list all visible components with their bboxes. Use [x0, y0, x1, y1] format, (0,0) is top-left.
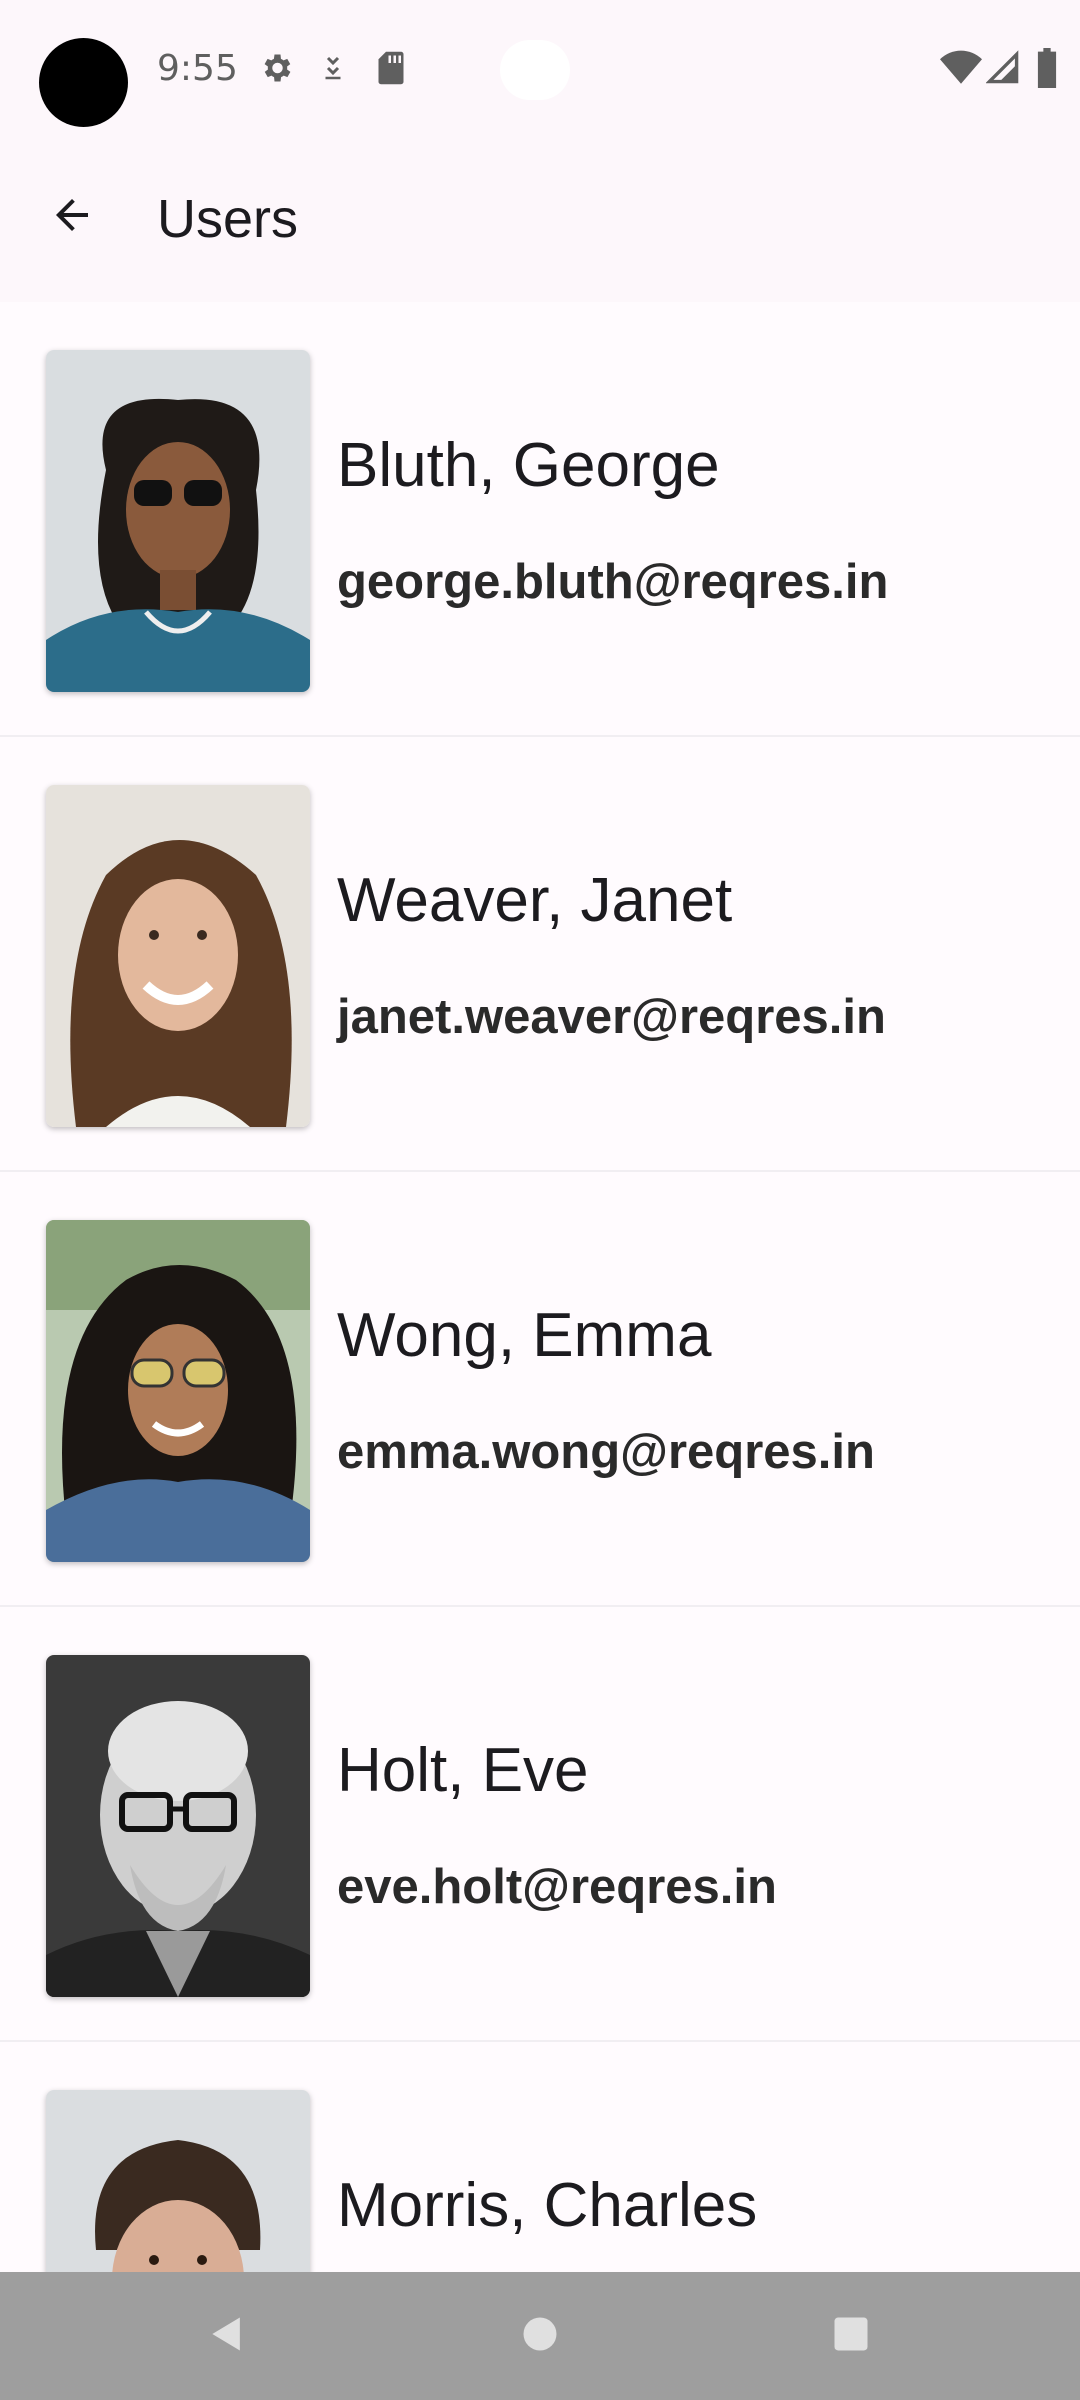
avatar [46, 1655, 310, 1997]
user-list[interactable]: Bluth, George george.bluth@reqres.in Wea… [0, 302, 1080, 2272]
page-title: Users [157, 189, 299, 249]
avatar [46, 2090, 310, 2272]
system-nav-bar [0, 2272, 1080, 2400]
nav-recents-button[interactable] [815, 2300, 887, 2372]
user-email: janet.weaver@reqres.in [337, 990, 886, 1044]
arrow-back-icon [48, 191, 96, 244]
user-name: Wong, Emma [337, 1301, 712, 1370]
list-item[interactable]: Wong, Emma emma.wong@reqres.in [0, 1172, 1080, 1607]
wifi-icon [940, 48, 982, 88]
download-icon [318, 48, 348, 88]
nav-home-button[interactable] [504, 2300, 576, 2372]
nav-back-button[interactable] [191, 2300, 263, 2372]
avatar [46, 1220, 310, 1562]
user-email: george.bluth@reqres.in [337, 555, 889, 609]
notch-indicator [500, 40, 570, 100]
list-item[interactable]: Morris, Charles [0, 2042, 1080, 2272]
back-button[interactable] [30, 175, 114, 259]
recents-square-icon [829, 2312, 873, 2361]
camera-cutout [39, 38, 128, 127]
user-name: Morris, Charles [337, 2171, 758, 2240]
status-time: 9:55 [157, 48, 238, 89]
list-item[interactable]: Holt, Eve eve.holt@reqres.in [0, 1607, 1080, 2042]
user-name: Bluth, George [337, 431, 720, 500]
screen: 9:55 Users Bluth, George george.bluth@re… [0, 0, 1080, 2400]
avatar [46, 350, 310, 692]
gear-icon [258, 48, 294, 88]
status-bar: 9:55 [0, 0, 1080, 140]
avatar [46, 785, 310, 1127]
user-name: Weaver, Janet [337, 866, 733, 935]
cell-signal-icon [985, 48, 1020, 88]
home-circle-icon [518, 2312, 562, 2361]
user-email: emma.wong@reqres.in [337, 1425, 875, 1479]
sd-card-icon [376, 48, 406, 88]
list-item[interactable]: Weaver, Janet janet.weaver@reqres.in [0, 737, 1080, 1172]
user-name: Holt, Eve [337, 1736, 589, 1805]
back-triangle-icon [205, 2312, 249, 2361]
battery-icon [1036, 48, 1058, 88]
app-bar: Users [0, 140, 1080, 302]
list-item[interactable]: Bluth, George george.bluth@reqres.in [0, 302, 1080, 737]
user-email: eve.holt@reqres.in [337, 1860, 777, 1914]
